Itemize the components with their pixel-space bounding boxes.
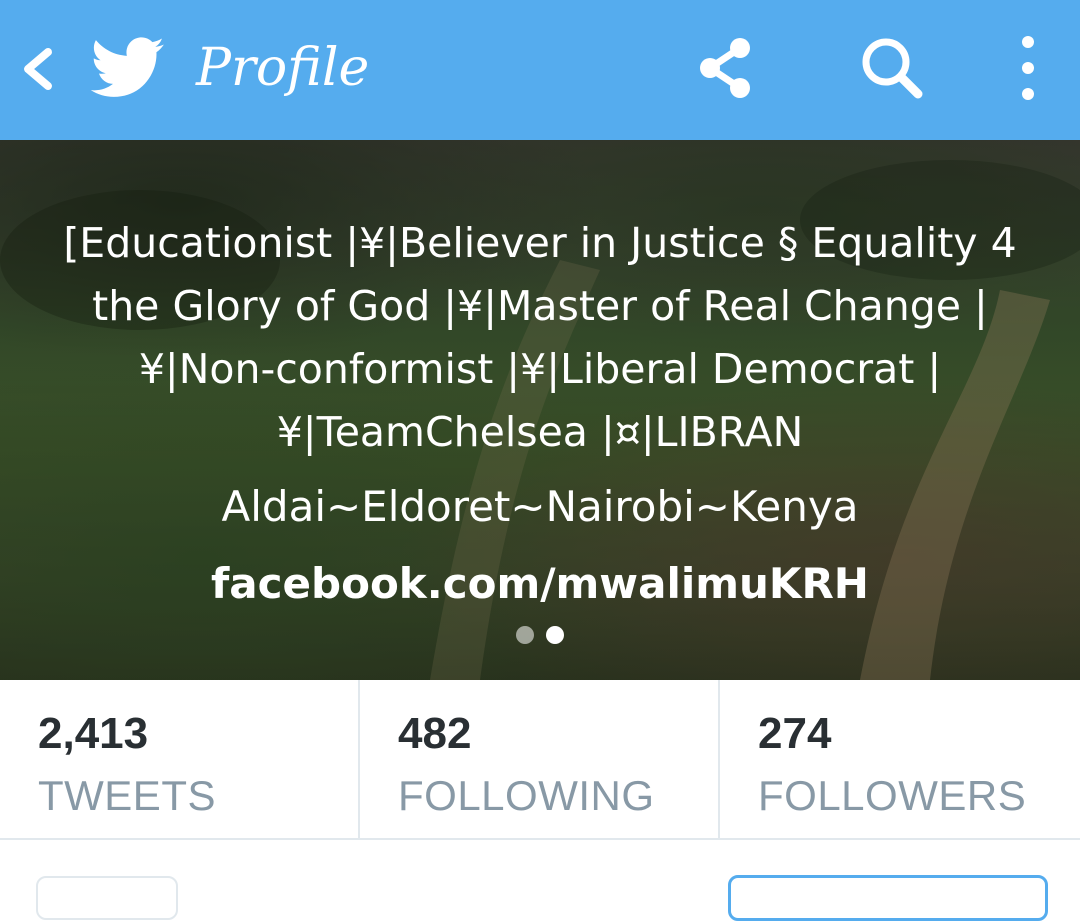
- profile-stats: 2,413 TWEETS 482 FOLLOWING 274 FOLLOWERS: [0, 680, 1080, 840]
- tweets-count: 2,413: [38, 709, 149, 758]
- follow-button[interactable]: [728, 875, 1048, 921]
- twitter-bird-icon[interactable]: [90, 37, 166, 99]
- share-button[interactable]: [692, 34, 760, 102]
- search-button[interactable]: [858, 34, 930, 102]
- header-page-indicator: [0, 626, 1080, 646]
- share-icon: [700, 38, 750, 98]
- followers-label: FOLLOWERS: [758, 772, 1027, 819]
- profile-bio: [Educationist |¥|Believer in Justice § E…: [63, 219, 1017, 456]
- more-options-button[interactable]: [1006, 32, 1050, 104]
- more-vertical-icon: [1022, 36, 1034, 100]
- followers-count: 274: [758, 709, 832, 758]
- chevron-left-icon: [24, 48, 52, 90]
- tweets-stat[interactable]: 2,413 TWEETS: [0, 680, 358, 838]
- followers-stat[interactable]: 274 FOLLOWERS: [718, 680, 1080, 838]
- back-button[interactable]: [14, 36, 62, 102]
- profile-header-banner[interactable]: [Educationist |¥|Believer in Justice § E…: [0, 140, 1080, 680]
- profile-location: Aldai~Eldoret~Nairobi~Kenya: [221, 482, 859, 531]
- app-bar: Profile: [0, 0, 1080, 140]
- page-dot-1[interactable]: [516, 626, 534, 644]
- search-icon: [862, 38, 923, 99]
- tweets-label: TWEETS: [38, 772, 216, 819]
- following-count: 482: [398, 709, 472, 758]
- profile-website-link[interactable]: facebook.com/mwalimuKRH: [0, 554, 1080, 614]
- page-dot-2[interactable]: [546, 626, 564, 644]
- profile-action-button[interactable]: [36, 876, 178, 920]
- app-bar-title: Profile: [196, 38, 370, 98]
- following-stat[interactable]: 482 FOLLOWING: [358, 680, 720, 838]
- following-label: FOLLOWING: [398, 772, 655, 819]
